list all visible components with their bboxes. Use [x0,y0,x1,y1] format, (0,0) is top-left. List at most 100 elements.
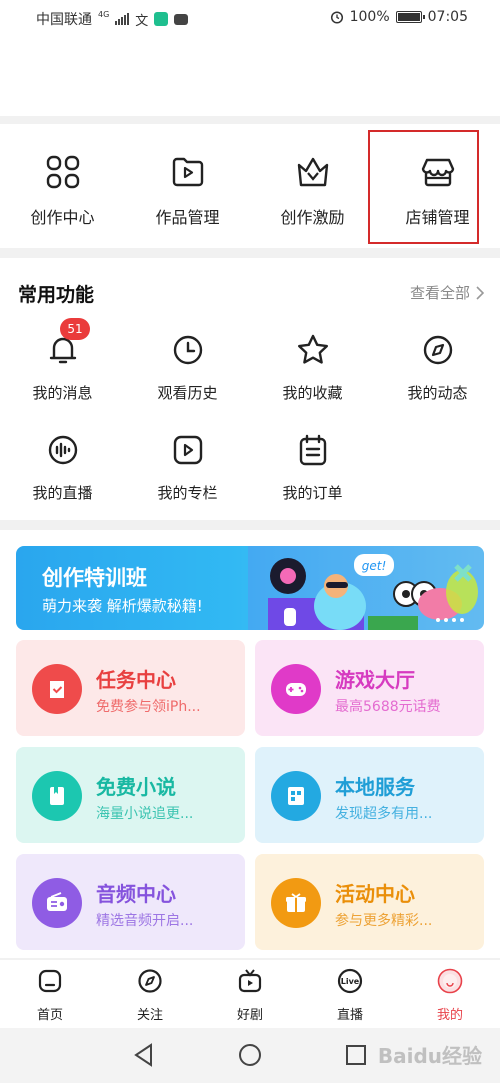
service-title: 游戏大厅 [335,668,415,692]
shield-notification-icon [154,12,169,26]
view-all-link[interactable]: 查看全部 [410,282,484,303]
tab-mine-label: 我的 [436,1008,463,1023]
star-icon [298,334,328,364]
service-tile[interactable]: 活动中心参与更多精彩... [255,854,484,950]
my-messages-label: 我的消息 [32,384,93,402]
radio-icon [47,892,67,911]
clock-icon [173,335,203,365]
live-icon: Live [337,968,363,994]
creator-training-banner[interactable]: 创作特训班 萌力来袭 解析爆款秘籍! get! [16,546,484,630]
works-management-label: 作品管理 [155,208,220,227]
banner-subtitle: 萌力来袭 解析爆款秘籍! [42,597,203,615]
get-bubble-text: get! [362,559,387,573]
tab-drama[interactable]: 好剧 [200,968,300,1028]
creator-center-button[interactable]: 创作中心 [0,124,125,248]
my-favorites-label: 我的收藏 [282,384,343,402]
service-subtitle: 最高5688元话费 [335,699,441,715]
video-folder-icon [172,157,204,187]
tab-follow[interactable]: 关注 [100,968,200,1028]
service-title: 免费小说 [96,775,176,799]
grid-icon [46,155,80,189]
banner-illustration: get! [248,546,484,630]
common-functions-card: 常用功能 查看全部 51 我的消息 观看历史 我的收藏 我的动态 我的直播 我的… [0,258,500,520]
avatar-icon [437,968,463,994]
back-icon[interactable] [131,1042,157,1068]
gamepad-icon [286,683,306,696]
my-activity-label: 我的动态 [407,384,468,402]
service-subtitle: 免费参与领iPh... [96,699,201,715]
service-tile[interactable]: 本地服务发现超多有用... [255,747,484,843]
my-messages-button[interactable]: 51 我的消息 [0,318,125,432]
bottom-tab-bar: 首页 关注 好剧 Live 直播 我的 [0,960,500,1028]
tab-home[interactable]: 首页 [0,968,100,1028]
tab-live-label: 直播 [336,1008,363,1023]
network-type: 4G [98,9,110,19]
creator-incentive-label: 创作激励 [280,208,345,227]
my-favorites-button[interactable]: 我的收藏 [250,332,375,432]
service-icon-circle [32,664,82,714]
battery-percent: 100% [349,9,390,25]
service-icon-circle [271,878,321,928]
tv-icon [238,969,262,993]
service-title: 本地服务 [335,775,415,799]
tab-follow-label: 关注 [136,1008,163,1023]
service-subtitle: 精选音频开启... [96,913,194,929]
book-icon [50,787,64,805]
signal-icon [115,13,130,25]
creator-center-label: 创作中心 [30,208,95,227]
watch-history-button[interactable]: 观看历史 [125,332,250,432]
play-box-icon [173,435,203,465]
view-all-label: 查看全部 [409,284,470,302]
crown-icon [297,157,329,187]
live-wave-icon [48,435,78,465]
live-badge-text: Live [341,977,360,986]
service-subtitle: 参与更多精彩... [335,913,433,929]
tab-live[interactable]: Live 直播 [300,968,400,1028]
app-notification-icon: 文 [135,13,149,29]
watermark-text: Baidu经验 [377,1044,482,1068]
service-icon-circle [271,771,321,821]
home-icon [38,969,62,993]
service-icon-circle [271,664,321,714]
battery-icon [395,11,425,23]
service-title: 任务中心 [96,668,176,692]
service-tile[interactable]: 游戏大厅最高5688元话费 [255,640,484,736]
briefcase-notification-icon [174,13,189,25]
home-circle-icon[interactable] [237,1042,263,1068]
service-tile[interactable]: 任务中心免费参与领iPh... [16,640,245,736]
recent-apps-icon[interactable] [343,1042,369,1068]
my-live-label: 我的直播 [32,484,93,502]
service-icon-circle [32,878,82,928]
my-column-label: 我的专栏 [157,484,218,502]
my-activity-button[interactable]: 我的动态 [375,332,500,432]
my-orders-label: 我的订单 [282,484,343,502]
my-live-button[interactable]: 我的直播 [0,432,125,532]
service-title: 活动中心 [335,882,415,906]
highlight-annotation-box [368,130,479,244]
service-icon-circle [32,771,82,821]
my-orders-button[interactable]: 我的订单 [250,432,375,532]
carrier-label: 中国联通 [36,12,92,28]
status-bar: 中国联通 4G 文 100% 07:05 [0,0,500,36]
message-count-badge: 51 [60,318,90,340]
tab-mine[interactable]: 我的 [400,968,500,1028]
works-management-button[interactable]: 作品管理 [125,124,250,248]
building-icon [288,787,304,805]
compass-icon [138,969,162,993]
service-tile[interactable]: 免费小说 海量小说追更... [16,747,245,843]
clock-time: 07:05 [427,9,468,25]
services-card: 创作特训班 萌力来袭 解析爆款秘籍! get! 任务中心 免费参与领iPh... 游… [0,530,500,958]
order-icon [299,434,327,466]
service-tile[interactable]: 音频中心 精选音频开启... [16,854,245,950]
watch-history-label: 观看历史 [157,384,218,402]
check-bag-icon [50,681,64,698]
tab-home-label: 首页 [36,1008,63,1023]
banner-title: 创作特训班 [42,566,147,590]
section-title: 常用功能 [18,284,95,306]
chevron-right-icon [476,285,484,300]
gift-icon [286,893,306,912]
service-subtitle: 发现超多有用... [335,806,433,822]
creator-incentive-button[interactable]: 创作激励 [250,124,375,248]
profile-header-area [0,36,500,116]
my-column-button[interactable]: 我的专栏 [125,432,250,532]
